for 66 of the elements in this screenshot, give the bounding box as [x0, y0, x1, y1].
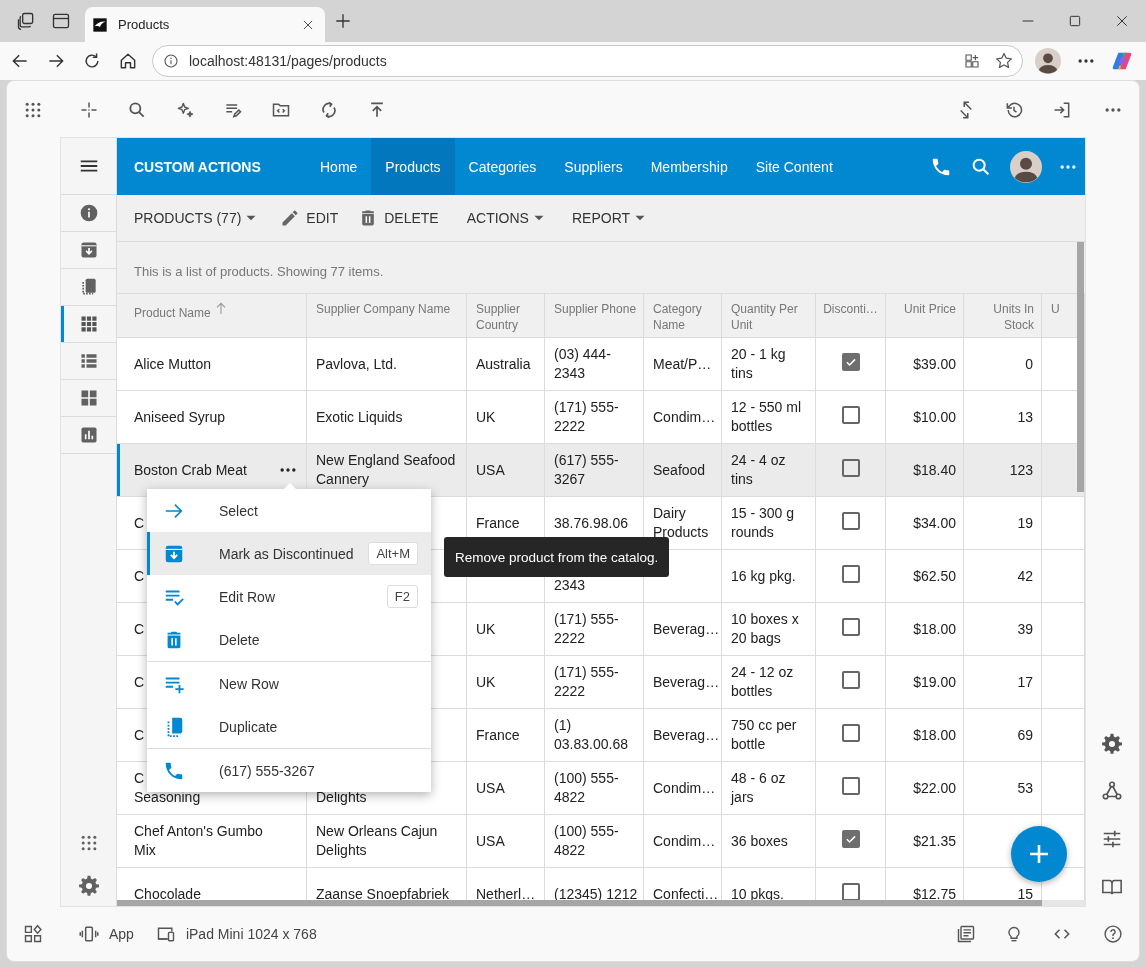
table-cell: UK: [467, 603, 545, 655]
table-cell: USA: [467, 444, 545, 496]
table-cell: $22.00: [886, 762, 964, 814]
table-cell: $21.35: [886, 815, 964, 867]
table-cell: $62.50: [886, 550, 964, 602]
table-cell: France: [467, 709, 545, 761]
table-cell: $18.00: [886, 709, 964, 761]
table-cell: UK: [467, 656, 545, 708]
table-cell: Beverag…: [644, 709, 722, 761]
table-cell: Condim…: [644, 391, 722, 443]
table-cell: UK: [467, 391, 545, 443]
table-cell: (617) 555-3267: [545, 444, 644, 496]
table-cell: Meat/P…: [644, 338, 722, 390]
table-cell: 750 cc per bottle: [722, 709, 816, 761]
table-cell: Condim…: [644, 815, 722, 867]
table-cell: 39: [964, 603, 1042, 655]
table-cell: 24 - 12 oz bottles: [722, 656, 816, 708]
table-cell: (171) 555-2222: [545, 391, 644, 443]
table-cell: Condim…: [644, 762, 722, 814]
table-cell: 36 boxes: [722, 815, 816, 867]
table-cell: 20 - 1 kg tins: [722, 338, 816, 390]
table-cell: $19.00: [886, 656, 964, 708]
table-cell: Boston Crab Meat: [134, 460, 247, 480]
table-cell: 12 - 550 ml bottles: [722, 391, 816, 443]
table-cell: 69: [964, 709, 1042, 761]
table-cell: Australia: [467, 338, 545, 390]
table-cell: (100) 555-4822: [545, 815, 644, 867]
shortcut-key: F2: [386, 585, 418, 608]
table-cell: Beverag…: [644, 656, 722, 708]
table-cell: New Orleans Cajun Delights: [307, 815, 467, 867]
table-cell: $18.00: [886, 603, 964, 655]
table-cell: 48 - 6 oz jars: [722, 762, 816, 814]
table-cell: 0: [964, 338, 1042, 390]
table-cell: $34.00: [886, 497, 964, 549]
table-cell: 10 boxes x 20 bags: [722, 603, 816, 655]
app-title: CUSTOM ACTIONS: [133, 158, 262, 175]
table-cell: (171) 555-2222: [545, 603, 644, 655]
table-cell: Beverag…: [644, 603, 722, 655]
table-cell: Alice Mutton: [117, 338, 307, 390]
table-cell: 24 - 4 oz tins: [722, 444, 816, 496]
table-cell: $10.00: [886, 391, 964, 443]
table-cell: $39.00: [886, 338, 964, 390]
table-cell: Seafood: [644, 444, 722, 496]
table-cell: 123: [964, 444, 1042, 496]
table-cell: 53: [964, 762, 1042, 814]
table-cell: 15 - 300 g rounds: [722, 497, 816, 549]
table-cell: 16 kg pkg.: [722, 550, 816, 602]
tooltip: Remove product from the catalog.: [444, 537, 670, 577]
table-cell: (100) 555-4822: [545, 762, 644, 814]
table-cell: 19: [964, 497, 1042, 549]
table-cell: USA: [467, 762, 545, 814]
table-cell: USA: [467, 815, 545, 867]
table-cell: (171) 555-2222: [545, 656, 644, 708]
table-cell: 17: [964, 656, 1042, 708]
table-cell: Aniseed Syrup: [117, 391, 307, 443]
table-cell: Pavlova, Ltd.: [307, 338, 467, 390]
table-cell: Chef Anton's Gumbo Mix: [117, 815, 307, 867]
shortcut-key: Alt+M: [368, 542, 418, 565]
tab-title: Products: [118, 17, 171, 32]
description-text: This is a list of products. Showing 77 items.: [134, 264, 384, 279]
table-cell: Exotic Liquids: [307, 391, 467, 443]
table-cell: 42: [964, 550, 1042, 602]
table-cell: 13: [964, 391, 1042, 443]
table-cell: (03) 444-2343: [545, 338, 644, 390]
table-cell: $18.40: [886, 444, 964, 496]
table-cell: (1) 03.83.00.68: [545, 709, 644, 761]
